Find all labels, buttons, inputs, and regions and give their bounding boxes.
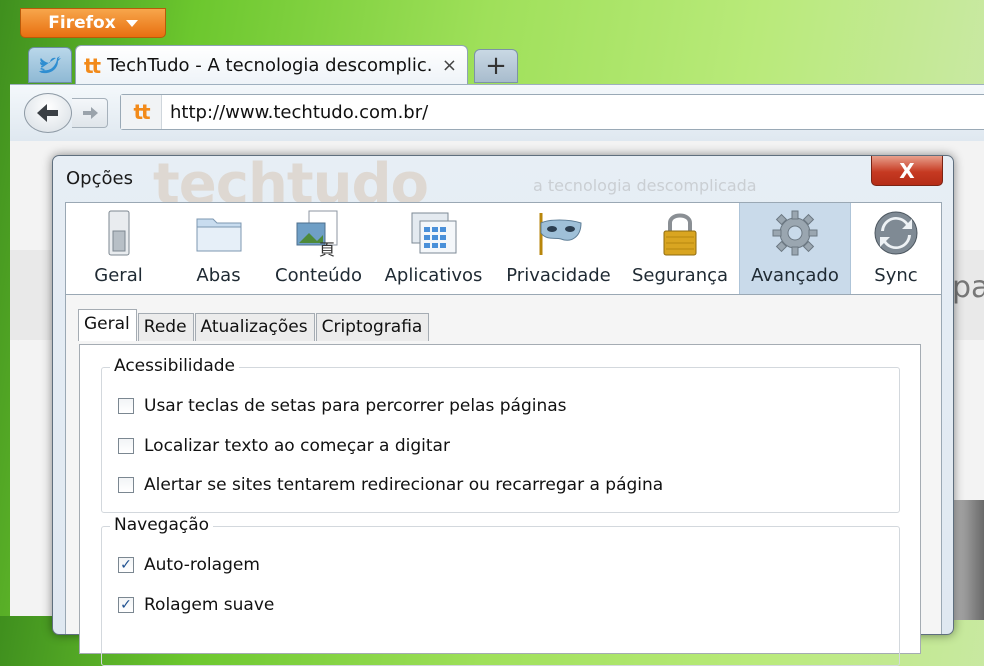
checkbox-find-as-type[interactable] bbox=[118, 438, 134, 454]
close-icon: X bbox=[899, 158, 915, 183]
chevron-down-icon bbox=[125, 19, 138, 27]
url-bar[interactable]: tt http://www.techtudo.com.br/ bbox=[120, 94, 984, 130]
pane-label: Sync bbox=[874, 265, 918, 286]
checkbox-autoscroll[interactable]: ✓ bbox=[118, 557, 134, 573]
firefox-menu-label: Firefox bbox=[48, 13, 116, 33]
option-warn-redirect[interactable]: Alertar se sites tentarem redirecionar o… bbox=[118, 475, 663, 495]
svg-text:頁: 頁 bbox=[319, 240, 335, 257]
checkbox-warn-redirect[interactable] bbox=[118, 477, 134, 493]
pane-seguranca[interactable]: Segurança bbox=[621, 203, 739, 294]
group-accessibility: Acessibilidade Usar teclas de setas para… bbox=[101, 356, 900, 513]
subtab-page-geral: Acessibilidade Usar teclas de setas para… bbox=[79, 344, 921, 666]
url-text[interactable]: http://www.techtudo.com.br/ bbox=[162, 102, 428, 123]
option-label: Localizar texto ao começar a digitar bbox=[144, 436, 450, 456]
checkbox-arrow-keys[interactable] bbox=[118, 398, 134, 414]
subtab-strip: Geral Rede Atualizações Criptografia bbox=[78, 309, 430, 341]
content-icon: 頁 bbox=[296, 210, 337, 257]
advanced-gear-icon bbox=[772, 210, 818, 256]
option-label: Rolagem suave bbox=[144, 595, 275, 615]
pane-label: Geral bbox=[94, 265, 143, 286]
subtab-rede[interactable]: Rede bbox=[137, 313, 194, 341]
pane-conteudo[interactable]: 頁 Conteúdo bbox=[266, 203, 371, 294]
back-button[interactable] bbox=[24, 93, 72, 133]
tabs-folder-icon bbox=[196, 218, 241, 252]
pane-privacidade[interactable]: Privacidade bbox=[496, 203, 621, 294]
techtudo-favicon: tt bbox=[133, 100, 150, 124]
techtudo-favicon: tt bbox=[84, 53, 101, 78]
option-autoscroll[interactable]: ✓ Auto-rolagem bbox=[118, 555, 260, 575]
forward-button[interactable] bbox=[72, 98, 108, 128]
tab-title: TechTudo - A tecnologia descomplic... bbox=[107, 55, 434, 76]
dialog-title: Opções bbox=[66, 168, 133, 189]
site-identity-button[interactable]: tt bbox=[121, 95, 162, 129]
option-arrow-keys[interactable]: Usar teclas de setas para percorrer pela… bbox=[118, 396, 567, 416]
pane-label: Avançado bbox=[751, 265, 839, 286]
option-label: Auto-rolagem bbox=[144, 555, 260, 575]
option-find-as-type[interactable]: Localizar texto ao começar a digitar bbox=[118, 436, 450, 456]
group-legend-navigation: Navegação bbox=[110, 515, 214, 535]
applications-icon bbox=[411, 212, 456, 254]
privacy-mask-icon bbox=[539, 213, 582, 255]
tab-techtudo[interactable]: tt TechTudo - A tecnologia descomplic...… bbox=[75, 45, 468, 85]
group-navigation: Navegação ✓ Auto-rolagem ✓ Rolagem suave bbox=[101, 515, 900, 666]
option-smooth-scroll[interactable]: ✓ Rolagem suave bbox=[118, 595, 274, 615]
subtab-geral[interactable]: Geral bbox=[78, 309, 137, 341]
plus-icon: + bbox=[485, 51, 507, 81]
pane-selector: Geral Abas 頁 Conteúdo Aplicativos Privac… bbox=[65, 202, 942, 295]
dialog-watermark-tagline: a tecnologia descomplicada bbox=[533, 176, 757, 195]
twitter-icon bbox=[39, 56, 61, 74]
subtab-atualizacoes[interactable]: Atualizações bbox=[194, 313, 315, 341]
pane-sync[interactable]: Sync bbox=[851, 203, 941, 294]
arrow-left-icon bbox=[37, 104, 58, 122]
option-label: Usar teclas de setas para percorrer pela… bbox=[144, 396, 567, 416]
pane-label: Conteúdo bbox=[275, 265, 362, 286]
arrow-right-icon bbox=[82, 107, 98, 119]
pane-geral[interactable]: Geral bbox=[66, 203, 171, 294]
firefox-menu-button[interactable]: Firefox bbox=[20, 8, 166, 38]
close-button[interactable]: X bbox=[871, 156, 943, 186]
checkbox-smooth-scroll[interactable]: ✓ bbox=[118, 597, 134, 613]
security-lock-icon bbox=[663, 213, 697, 256]
pane-aplicativos[interactable]: Aplicativos bbox=[371, 203, 496, 294]
option-label: Alertar se sites tentarem redirecionar o… bbox=[144, 475, 664, 495]
pane-abas[interactable]: Abas bbox=[171, 203, 266, 294]
sync-icon bbox=[874, 211, 918, 255]
pane-avancado[interactable]: Avançado bbox=[739, 203, 851, 294]
subtab-criptografia[interactable]: Criptografia bbox=[315, 313, 430, 341]
general-switch-icon bbox=[108, 210, 129, 256]
pane-label: Privacidade bbox=[506, 265, 611, 286]
new-tab-button[interactable]: + bbox=[474, 49, 518, 83]
web-page-text: pad bbox=[952, 270, 984, 305]
tab-pinned-twitter[interactable] bbox=[28, 47, 72, 83]
group-legend-accessibility: Acessibilidade bbox=[110, 356, 239, 376]
pane-label: Segurança bbox=[631, 265, 729, 286]
close-tab-icon[interactable]: × bbox=[442, 55, 457, 76]
pane-label: Abas bbox=[196, 265, 241, 286]
web-page-image bbox=[952, 500, 984, 620]
pane-label: Aplicativos bbox=[384, 265, 483, 286]
